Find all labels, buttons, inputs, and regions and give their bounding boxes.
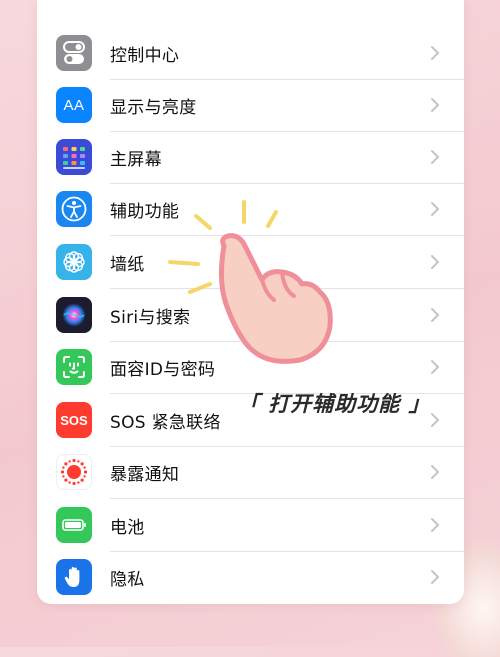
settings-item-label: 电池 [110,517,145,538]
control-center-icon [56,35,92,71]
pointing-hand-icon [168,200,333,364]
sos-glyph: SOS [60,412,88,428]
aa-glyph: AA [63,96,85,114]
accessibility-icon [56,191,92,227]
settings-item-label: 隐私 [110,569,145,590]
siri-icon [56,297,92,333]
chevron-right-icon [431,98,440,112]
settings-item-privacy[interactable]: 隐私 [37,551,464,603]
chevron-right-icon [431,150,440,164]
settings-item-exposure-notifications[interactable]: 暴露通知 [37,446,464,498]
chevron-right-icon [431,46,440,60]
battery-icon [56,507,92,543]
chevron-right-icon [431,465,440,479]
annotation-caption: 「 打开辅助功能 」 [238,392,431,416]
home-screen-icon [56,139,92,175]
settings-item-label: 控制中心 [110,45,180,66]
chevron-right-icon [431,308,440,322]
settings-item-label: SOS 紧急联络 [110,412,221,433]
privacy-hand-icon [56,559,92,595]
settings-item-battery[interactable]: 电池 [37,499,464,551]
display-brightness-icon: AA [56,87,92,123]
wallpaper-icon [56,244,92,280]
settings-item-label: 主屏幕 [110,149,162,170]
settings-item-home-screen[interactable]: 主屏幕 [37,131,464,183]
sos-icon: SOS [56,402,92,438]
settings-item-label: 显示与亮度 [110,97,197,118]
chevron-right-icon [431,202,440,216]
chevron-right-icon [431,360,440,374]
exposure-notification-icon [56,454,92,490]
settings-item-control-center[interactable]: 控制中心 [37,27,464,79]
chevron-right-icon [431,570,440,584]
settings-item-display-brightness[interactable]: AA 显示与亮度 [37,79,464,131]
chevron-right-icon [431,518,440,532]
face-id-icon [56,349,92,385]
settings-item-label: 暴露通知 [110,464,180,485]
chevron-right-icon [431,255,440,269]
settings-item-label: 墙纸 [110,254,145,275]
